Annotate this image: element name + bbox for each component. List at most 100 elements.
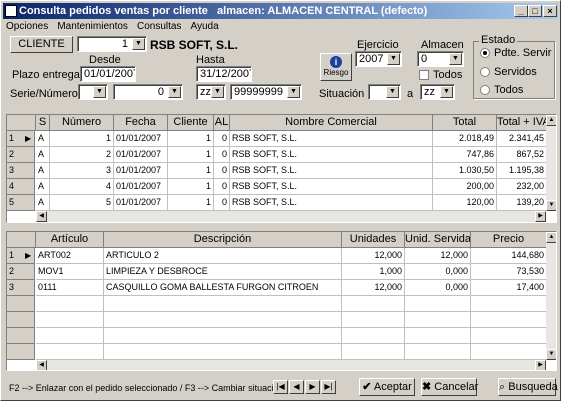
order-cell-al[interactable]: 0 [214, 195, 230, 211]
line-cell-desc[interactable]: LIMPIEZA Y DESBROCE [104, 264, 342, 280]
order-cell-total[interactable]: 2.018,49 [433, 131, 497, 147]
hasta-field[interactable]: 31/12/2007 [196, 66, 252, 82]
order-cell-s[interactable]: A [36, 195, 50, 211]
order-cell-s[interactable]: A [36, 163, 50, 179]
estado-todos-radio[interactable] [480, 85, 490, 95]
row-indicator[interactable] [7, 312, 35, 328]
scroll-right-icon[interactable]: ▶ [535, 211, 546, 222]
nav-first-icon[interactable]: |◀ [273, 380, 288, 394]
col-precio[interactable]: Precio [471, 232, 547, 248]
order-cell-nombre[interactable]: RSB SOFT, S.L. [230, 147, 433, 163]
order-cell-total[interactable]: 120,00 [433, 195, 497, 211]
order-cell-cliente[interactable]: 1 [168, 147, 214, 163]
line-cell-art[interactable] [36, 312, 104, 328]
line-cell-desc[interactable] [104, 328, 342, 344]
cancelar-button[interactable]: ✖ Cancelar [421, 378, 478, 396]
order-cell-numero[interactable]: 3 [50, 163, 114, 179]
menu-opciones[interactable]: Opciones [6, 21, 48, 32]
order-cell-iva[interactable]: 2.341,45 [497, 131, 547, 147]
order-cell-fecha[interactable]: 01/01/2007 [114, 163, 168, 179]
row-indicator[interactable]: 2 [7, 147, 35, 163]
cliente-combo[interactable]: 1 ▼ [77, 36, 147, 52]
line-cell-desc[interactable] [104, 296, 342, 312]
chevron-down-icon[interactable]: ▼ [387, 53, 400, 65]
chevron-down-icon[interactable]: ▼ [132, 38, 145, 50]
order-cell-nombre[interactable]: RSB SOFT, S.L. [230, 131, 433, 147]
order-cell-fecha[interactable]: 01/01/2007 [114, 147, 168, 163]
line-cell-precio[interactable] [471, 328, 547, 344]
row-indicator[interactable]: 5 [7, 195, 35, 211]
scroll-left-icon[interactable]: ◀ [36, 211, 47, 222]
order-cell-iva[interactable]: 139,20 [497, 195, 547, 211]
line-cell-art[interactable]: 0111 [36, 280, 104, 296]
nav-last-icon[interactable]: ▶| [321, 380, 336, 394]
line-cell-serv[interactable]: 12,000 [405, 248, 471, 264]
chevron-down-icon[interactable]: ▼ [440, 86, 453, 98]
col-numero[interactable]: Número [50, 115, 114, 131]
line-cell-art[interactable] [36, 344, 104, 360]
col-nombre[interactable]: Nombre Comercial [230, 115, 433, 131]
row-indicator[interactable] [7, 296, 35, 312]
chevron-down-icon[interactable]: ▼ [211, 86, 224, 98]
line-cell-desc[interactable] [104, 312, 342, 328]
chevron-down-icon[interactable]: ▼ [386, 86, 399, 98]
row-indicator[interactable]: 1 ▶ [7, 248, 35, 264]
order-cell-total[interactable]: 1.030,50 [433, 163, 497, 179]
order-cell-al[interactable]: 0 [214, 147, 230, 163]
chevron-down-icon[interactable]: ▼ [287, 86, 300, 98]
col-fecha[interactable]: Fecha [114, 115, 168, 131]
line-cell-precio[interactable] [471, 344, 547, 360]
close-button[interactable]: × [543, 5, 557, 17]
scroll-down-icon[interactable]: ▼ [546, 200, 556, 211]
estado-servidos-radio[interactable] [480, 67, 490, 77]
line-cell-art[interactable] [36, 328, 104, 344]
menu-ayuda[interactable]: Ayuda [191, 21, 219, 32]
order-cell-total[interactable]: 747,86 [433, 147, 497, 163]
zz2-combo[interactable]: zz ▼ [420, 84, 455, 100]
cliente-button[interactable]: CLIENTE [10, 36, 73, 53]
orders-hscroll[interactable]: ◀ ▶ [36, 211, 546, 222]
menu-consultas[interactable]: Consultas [137, 21, 181, 32]
line-cell-art[interactable]: ART002 [36, 248, 104, 264]
row-indicator[interactable] [7, 328, 35, 344]
minimize-button[interactable]: _ [514, 5, 528, 17]
order-cell-numero[interactable]: 2 [50, 147, 114, 163]
order-cell-nombre[interactable]: RSB SOFT, S.L. [230, 163, 433, 179]
row-indicator[interactable]: 2 [7, 264, 35, 280]
line-cell-uni[interactable] [342, 296, 405, 312]
col-total-iva[interactable]: Total + IVA [497, 115, 547, 131]
nav-next-icon[interactable]: ▶ [305, 380, 320, 394]
line-cell-precio[interactable]: 144,680 [471, 248, 547, 264]
col-descripcion[interactable]: Descripción [104, 232, 342, 248]
order-cell-cliente[interactable]: 1 [168, 131, 214, 147]
nav-prev-icon[interactable]: ◀ [289, 380, 304, 394]
line-cell-serv[interactable]: 0,000 [405, 264, 471, 280]
zz1-combo[interactable]: zz ▼ [196, 84, 226, 100]
line-cell-uni[interactable]: 12,000 [342, 280, 405, 296]
order-cell-numero[interactable]: 5 [50, 195, 114, 211]
aceptar-button[interactable]: ✔ Aceptar [359, 378, 415, 396]
scroll-up-icon[interactable]: ▲ [546, 232, 556, 243]
lines-grid[interactable]: Artículo Descripción Unidades Unid. Serv… [6, 231, 557, 371]
chevron-down-icon[interactable]: ▼ [449, 53, 462, 65]
order-cell-al[interactable]: 0 [214, 163, 230, 179]
lines-vscroll[interactable]: ▲ ▼ [546, 232, 556, 360]
chevron-down-icon[interactable]: ▼ [93, 86, 106, 98]
line-cell-art[interactable] [36, 296, 104, 312]
order-cell-cliente[interactable]: 1 [168, 179, 214, 195]
line-cell-serv[interactable] [405, 296, 471, 312]
almacen-combo[interactable]: 0 ▼ [417, 51, 464, 67]
line-cell-serv[interactable] [405, 344, 471, 360]
row-indicator[interactable] [7, 344, 35, 360]
line-cell-uni[interactable] [342, 344, 405, 360]
line-cell-serv[interactable] [405, 328, 471, 344]
col-articulo[interactable]: Artículo [36, 232, 104, 248]
lines-hscroll[interactable]: ◀ ▶ [36, 360, 546, 370]
line-cell-desc[interactable] [104, 344, 342, 360]
row-indicator[interactable]: 4 [7, 179, 35, 195]
line-cell-precio[interactable]: 73,530 [471, 264, 547, 280]
line-cell-uni[interactable] [342, 328, 405, 344]
col-total[interactable]: Total [433, 115, 497, 131]
order-cell-cliente[interactable]: 1 [168, 195, 214, 211]
order-cell-cliente[interactable]: 1 [168, 163, 214, 179]
